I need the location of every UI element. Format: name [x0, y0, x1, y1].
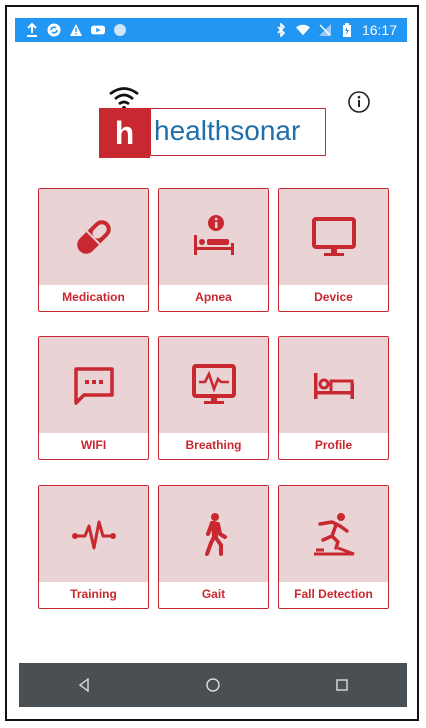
tile-label: WIFI: [80, 438, 107, 452]
tile-device[interactable]: Device: [278, 188, 389, 312]
tile-label: Device: [314, 290, 353, 304]
battery-icon: [340, 23, 354, 37]
tile-medication[interactable]: Medication: [38, 188, 149, 312]
monitor-pulse-icon: [191, 364, 236, 404]
circle-icon: [113, 23, 127, 37]
app-logo: h healthsonar: [99, 86, 327, 158]
tile-label: Breathing: [185, 438, 242, 452]
walking-icon: [204, 513, 227, 556]
tile-label: Medication: [62, 290, 125, 304]
youtube-icon: [91, 23, 105, 37]
logo-name: healthsonar: [150, 108, 326, 156]
tile-profile[interactable]: Profile: [278, 336, 389, 460]
status-bar: 16:17: [15, 18, 407, 42]
logo-letter: h: [99, 108, 150, 158]
tile-training[interactable]: Training: [38, 485, 149, 609]
chat-dots-icon: [73, 367, 114, 405]
bed-info-icon: [193, 215, 234, 255]
heartbeat-icon: [71, 520, 116, 550]
tile-label: Fall Detection: [294, 587, 373, 601]
navigation-bar: [19, 663, 407, 707]
tile-wifi[interactable]: WIFI: [38, 336, 149, 460]
wifi-signal-icon: [109, 87, 139, 110]
bluetooth-icon: [274, 23, 288, 37]
wifi-icon: [295, 23, 310, 37]
pill-icon: [76, 220, 111, 254]
upload-icon: [25, 23, 39, 37]
recents-icon[interactable]: [322, 665, 362, 705]
tile-label: Training: [70, 587, 117, 601]
back-icon[interactable]: [64, 665, 104, 705]
bed-icon: [313, 373, 354, 399]
no-signal-icon: [318, 23, 332, 37]
clock: 16:17: [361, 22, 397, 38]
home-icon[interactable]: [193, 665, 233, 705]
tile-apnea[interactable]: Apnea: [158, 188, 269, 312]
tile-label: Profile: [314, 438, 353, 452]
sync-icon: [47, 23, 61, 37]
tile-fall-detection[interactable]: Fall Detection: [278, 485, 389, 609]
tile-label: Apnea: [195, 290, 232, 304]
tile-breathing[interactable]: Breathing: [158, 336, 269, 460]
tile-label: Gait: [201, 587, 226, 601]
monitor-icon: [311, 217, 356, 256]
info-icon[interactable]: [347, 90, 371, 114]
warning-icon: [69, 23, 83, 37]
fall-icon: [313, 513, 355, 556]
tile-gait[interactable]: Gait: [158, 485, 269, 609]
